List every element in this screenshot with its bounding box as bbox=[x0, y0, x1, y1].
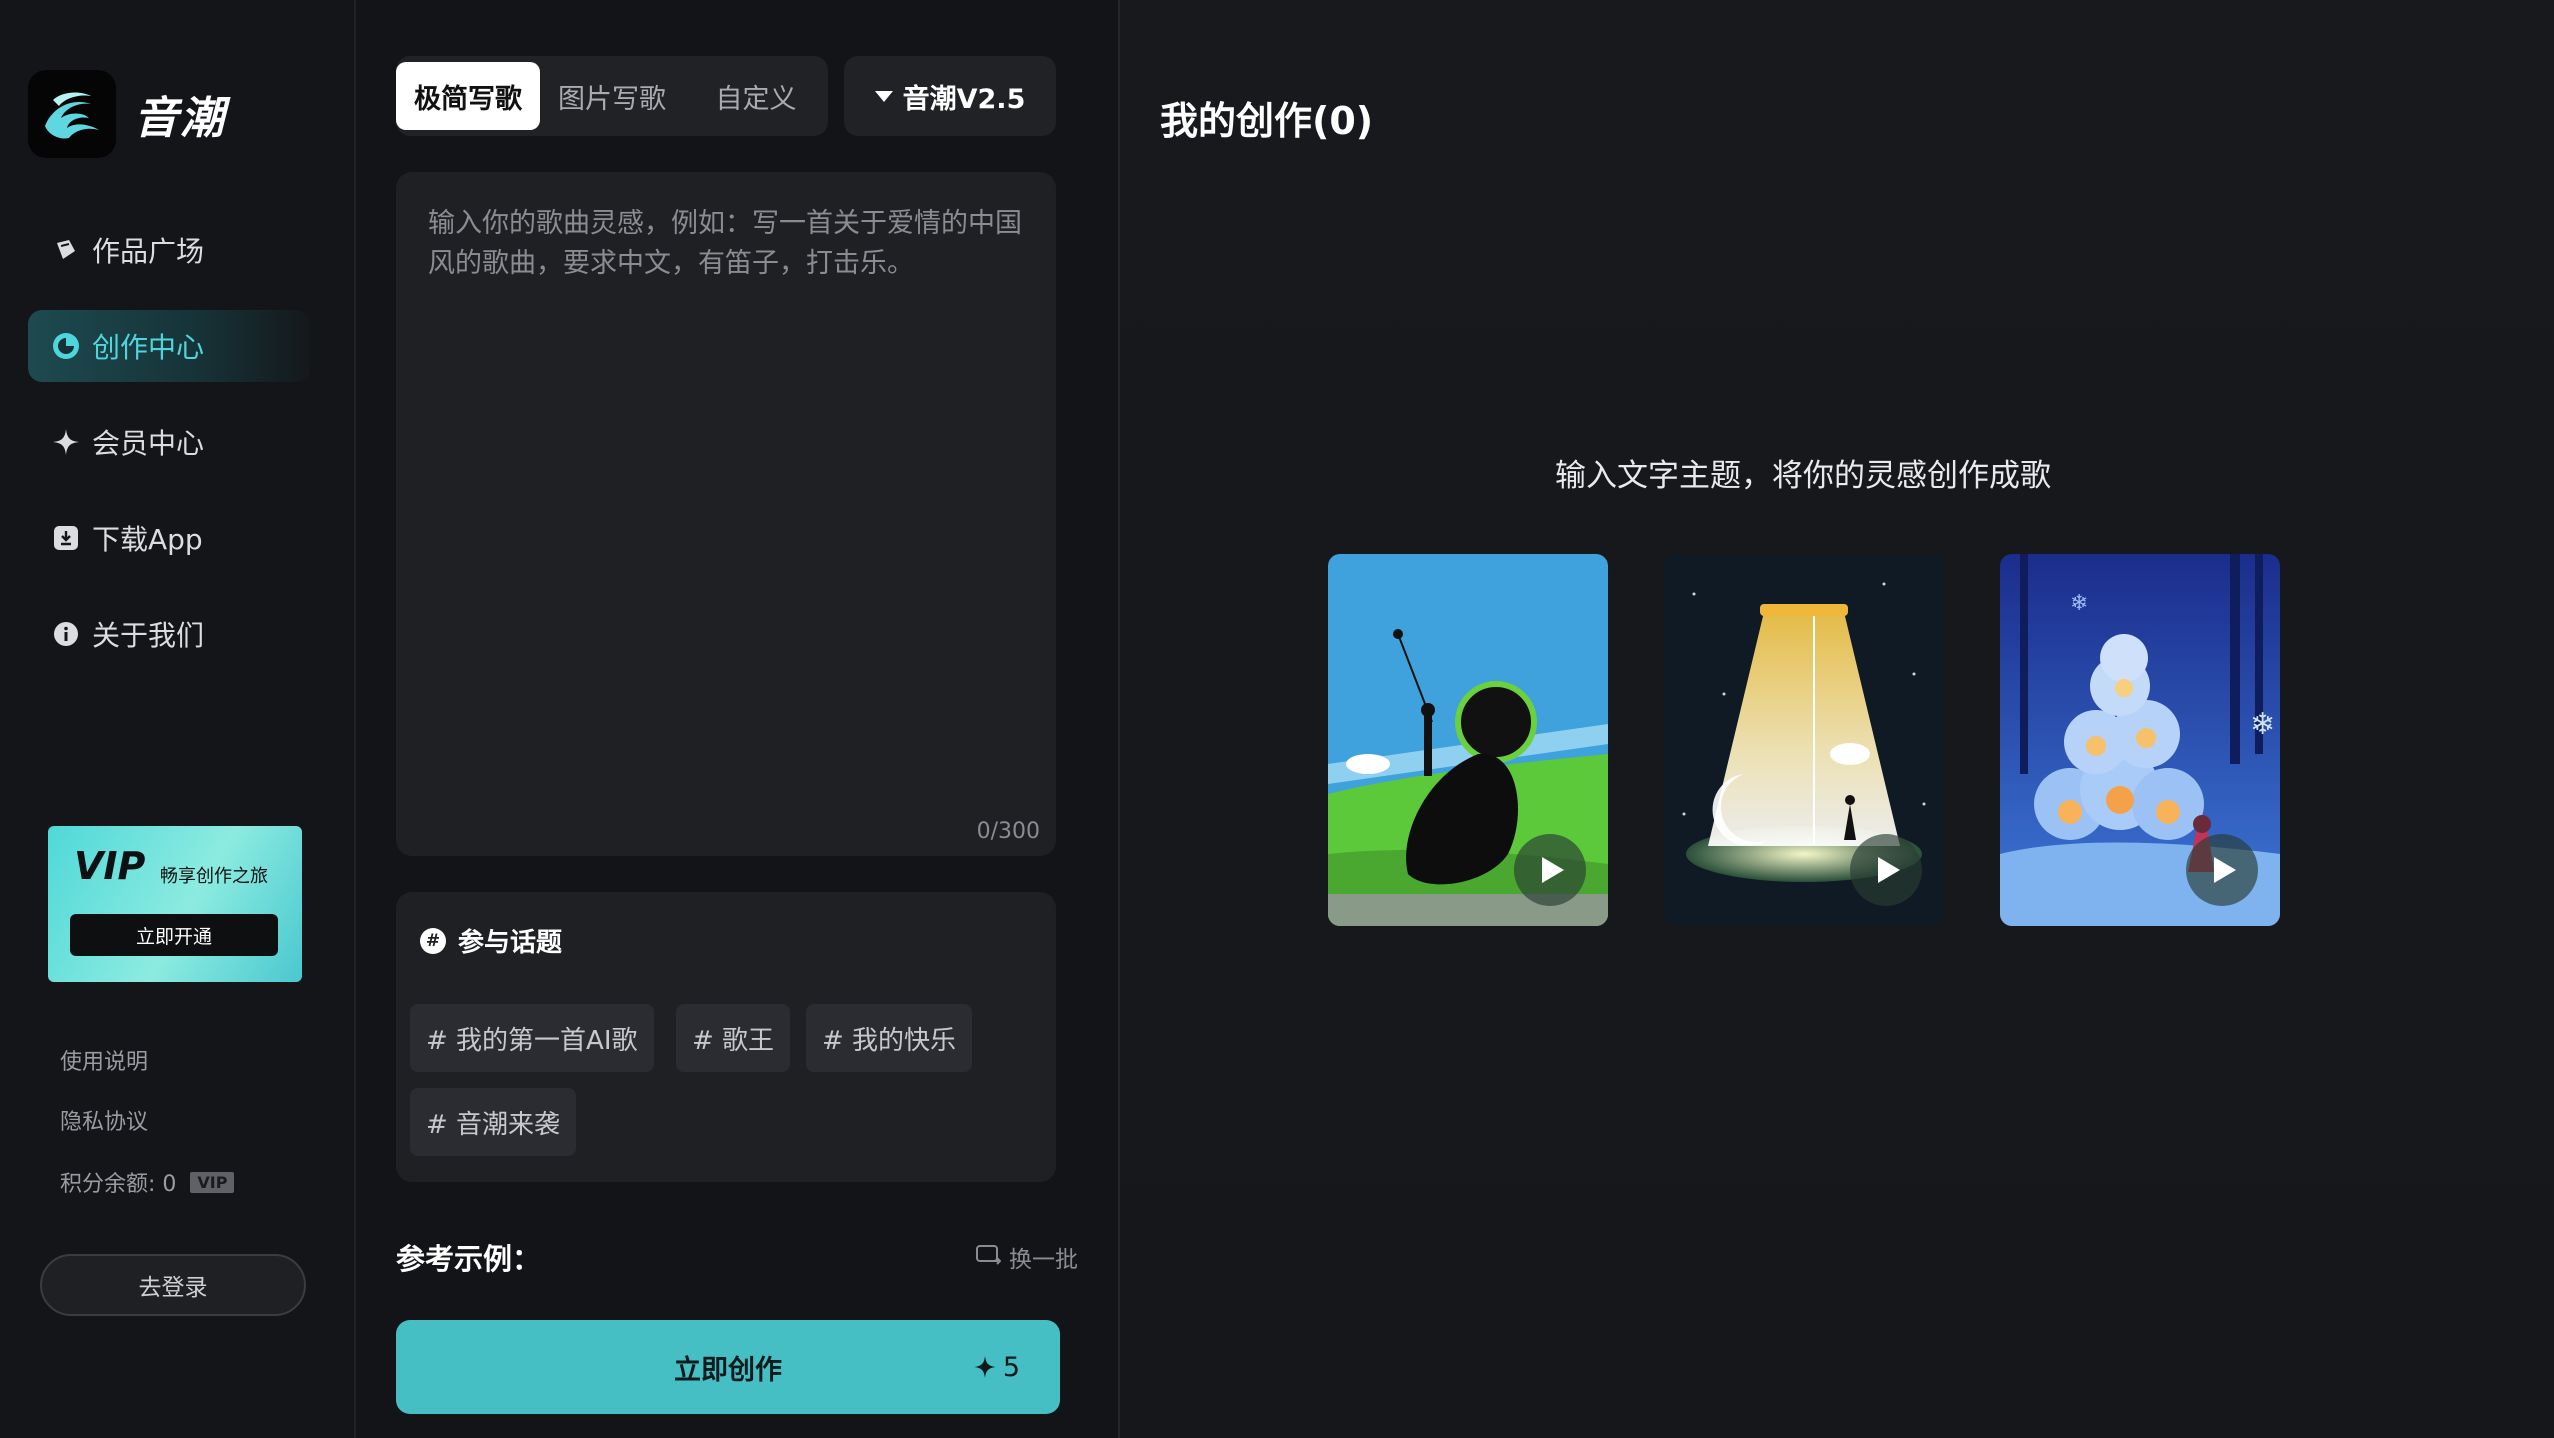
tab-simple-write[interactable]: 极简写歌 bbox=[396, 62, 540, 130]
usage-guide-link[interactable]: 使用说明 bbox=[60, 1044, 148, 1076]
composer-panel: 极简写歌 图片写歌 自定义 音潮V2.5 0/300 # 参与话题 # 我的第一… bbox=[356, 0, 1472, 1438]
my-creations-panel: 我的创作(0) 输入文字主题，将你的灵感创作成歌 ❄ ❄ bbox=[1120, 0, 2554, 1438]
download-icon bbox=[52, 524, 80, 552]
nav-item-plaza[interactable]: 作品广场 bbox=[28, 214, 310, 286]
sample-card-snow[interactable]: ❄ ❄ bbox=[2000, 554, 2280, 926]
prompt-box: 0/300 bbox=[396, 172, 1056, 856]
tab-image-write[interactable]: 图片写歌 bbox=[540, 62, 684, 130]
tab-custom[interactable]: 自定义 bbox=[684, 62, 828, 130]
vip-promo-card[interactable]: VIP 畅享创作之旅 立即开通 bbox=[48, 826, 302, 982]
play-icon bbox=[1878, 857, 1900, 883]
refresh-label: 换一批 bbox=[1009, 1247, 1078, 1273]
model-version-label: 音潮V2.5 bbox=[902, 83, 1026, 115]
nav-item-create-center[interactable]: 创作中心 bbox=[28, 310, 310, 382]
app-name: 音潮 bbox=[134, 93, 226, 144]
info-icon bbox=[52, 620, 80, 648]
credits-vip-badge: VIP bbox=[190, 1171, 235, 1193]
song-idea-input[interactable] bbox=[426, 202, 1034, 766]
wave-logo-icon bbox=[28, 70, 116, 158]
sample-card-lamp[interactable] bbox=[1664, 554, 1944, 926]
sample-card-meadow[interactable] bbox=[1328, 554, 1608, 926]
privacy-policy-link[interactable]: 隐私协议 bbox=[60, 1104, 148, 1136]
nav-item-download-app[interactable]: 下载App bbox=[28, 502, 310, 574]
mode-tabs: 极简写歌 图片写歌 自定义 bbox=[396, 56, 828, 136]
topic-tag[interactable]: # 我的快乐 bbox=[806, 1004, 973, 1072]
credits-label: 积分余额: 0 bbox=[60, 1172, 177, 1197]
nav-item-label: 关于我们 bbox=[92, 619, 205, 652]
examples-label: 参考示例： bbox=[396, 1242, 542, 1276]
vip-open-button[interactable]: 立即开通 bbox=[70, 914, 278, 956]
play-icon bbox=[2214, 857, 2236, 883]
credit-cost: 5 bbox=[973, 1320, 1020, 1414]
plaza-icon bbox=[52, 236, 80, 264]
play-button[interactable] bbox=[1850, 834, 1922, 906]
login-button[interactable]: 去登录 bbox=[40, 1254, 306, 1316]
refresh-examples-button[interactable]: 换一批 bbox=[975, 1240, 1078, 1274]
model-version-select[interactable]: 音潮V2.5 bbox=[844, 56, 1056, 136]
credit-cost-value: 5 bbox=[1002, 1351, 1020, 1383]
refresh-icon bbox=[975, 1242, 1002, 1272]
caret-down-icon bbox=[874, 90, 893, 102]
nav-item-label: 作品广场 bbox=[92, 235, 205, 268]
play-button[interactable] bbox=[1514, 834, 1586, 906]
topic-section: # 参与话题 # 我的第一首AI歌 # 歌王 # 我的快乐 # 音潮来袭 bbox=[396, 892, 1056, 1182]
create-now-button[interactable]: 立即创作 5 bbox=[396, 1320, 1060, 1414]
nav-item-label: 会员中心 bbox=[92, 427, 205, 460]
topic-title-label: 参与话题 bbox=[458, 928, 563, 958]
svg-text:❄: ❄ bbox=[2250, 707, 2275, 742]
hashtag-icon: # bbox=[420, 927, 446, 954]
play-button[interactable] bbox=[2186, 834, 2258, 906]
sidebar: 音潮 作品广场 创作中心 会员中心 下载App 关于我们 VIP 畅享创作之旅 … bbox=[0, 0, 356, 1438]
sparkle-icon bbox=[973, 1355, 996, 1379]
nav-item-about[interactable]: 关于我们 bbox=[28, 598, 310, 670]
my-creations-title: 我的创作(0) bbox=[1160, 99, 1374, 143]
nav-item-label: 创作中心 bbox=[92, 331, 205, 364]
sparkle-icon bbox=[52, 428, 80, 456]
svg-text:❄: ❄ bbox=[2070, 591, 2088, 616]
play-icon bbox=[1542, 857, 1564, 883]
vip-slogan: 畅享创作之旅 bbox=[160, 866, 268, 887]
topic-tag[interactable]: # 我的第一首AI歌 bbox=[410, 1004, 654, 1072]
char-counter: 0/300 bbox=[976, 819, 1040, 844]
topic-tag[interactable]: # 音潮来袭 bbox=[410, 1088, 577, 1156]
app-logo[interactable]: 音潮 bbox=[28, 70, 226, 158]
vip-badge: VIP bbox=[74, 844, 146, 888]
nav-item-membership[interactable]: 会员中心 bbox=[28, 406, 310, 478]
topic-tag[interactable]: # 歌王 bbox=[676, 1004, 791, 1072]
topic-title: # 参与话题 bbox=[420, 922, 562, 959]
credits-balance: 积分余额: 0 VIP bbox=[60, 1166, 235, 1198]
nav-item-label: 下载App bbox=[92, 523, 203, 556]
create-button-label: 立即创作 bbox=[674, 1354, 782, 1386]
create-icon bbox=[52, 332, 80, 360]
empty-state-hint: 输入文字主题，将你的灵感创作成歌 bbox=[1555, 458, 2051, 494]
